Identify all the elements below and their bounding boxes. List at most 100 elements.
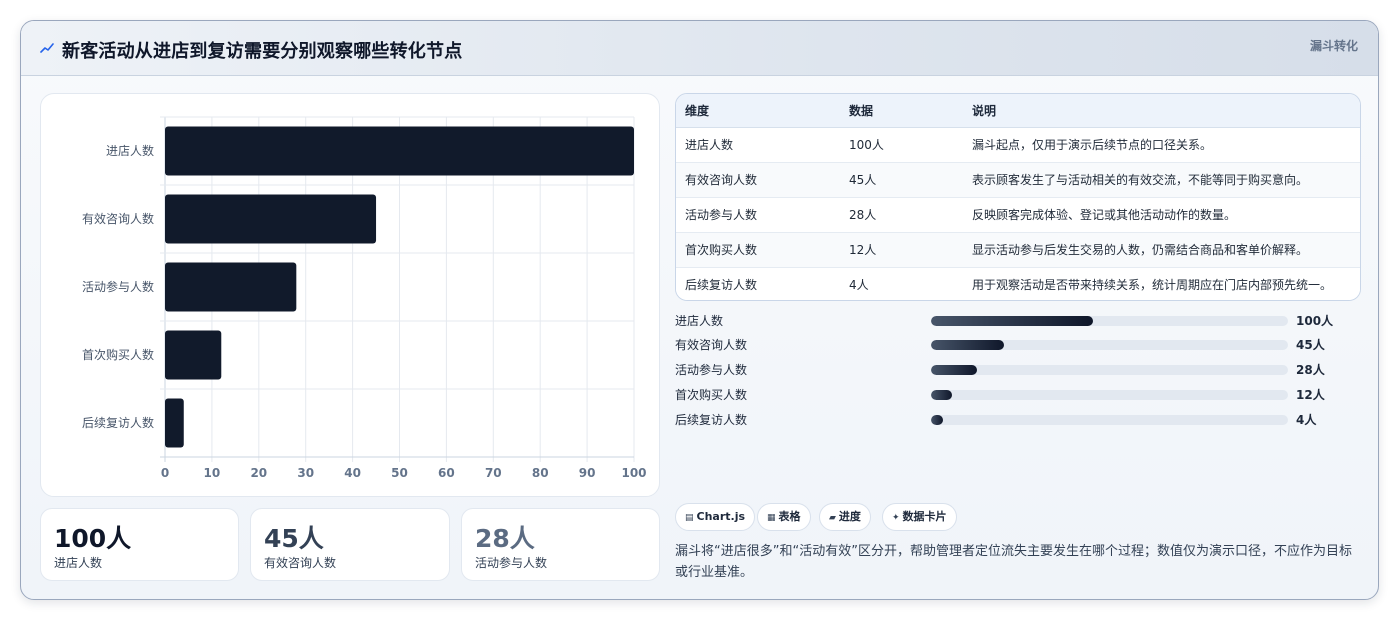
- cell-dimension: 首次购买人数: [676, 232, 840, 268]
- chip-label: 表格: [778, 510, 801, 523]
- stat-label: 进店人数: [54, 556, 103, 570]
- table-icon: ▦: [767, 513, 776, 523]
- progress-track: [931, 365, 1288, 375]
- progress-row: 后续复访人数 4人: [675, 411, 1361, 429]
- progress-label: 进店人数: [675, 314, 724, 328]
- table-row: 活动参与人数 28人 反映顾客完成体验、登记或其他活动动作的数量。: [676, 197, 1360, 233]
- column-header: 说明: [963, 94, 1360, 128]
- progress-fill: [931, 340, 1005, 350]
- sparkle-icon: ✦: [892, 513, 900, 523]
- bar: [165, 398, 184, 448]
- stat-value: 28人: [475, 524, 535, 553]
- stat-label: 有效咨询人数: [264, 556, 337, 570]
- bar: [165, 262, 297, 312]
- page-title: 新客活动从进店到复访需要分别观察哪些转化节点: [62, 41, 463, 62]
- progress-track: [931, 390, 1288, 400]
- progress-label: 活动参与人数: [675, 363, 748, 377]
- progress-fill: [931, 316, 1094, 326]
- progress-row: 有效咨询人数 45人: [675, 336, 1361, 354]
- column-header: 维度: [676, 94, 840, 128]
- chip-table[interactable]: ▦ 表格: [757, 503, 811, 531]
- progress-row: 活动参与人数 28人: [675, 361, 1361, 379]
- x-tick-label: 100: [621, 466, 646, 480]
- progress-value: 100人: [1296, 314, 1334, 328]
- cell-value: 100人: [840, 127, 963, 163]
- bar: [165, 330, 222, 380]
- x-tick-label: 70: [485, 466, 502, 480]
- cell-value: 12人: [840, 232, 963, 268]
- y-tick-label: 活动参与人数: [82, 279, 154, 294]
- x-tick-label: 20: [250, 466, 267, 480]
- y-tick-label: 后续复访人数: [82, 415, 154, 430]
- stat-card-participants: 28人 活动参与人数: [461, 508, 660, 581]
- x-tick-label: 60: [438, 466, 455, 480]
- cell-note: 表示顾客发生了与活动相关的有效交流，不能等同于购买意向。: [963, 162, 1360, 198]
- bar-chart-svg: 0 10 20 30 40 50 60 70 80 90 100 进店人数有效咨询人数活动参与人数首次…: [82, 116, 647, 480]
- bar: [165, 194, 377, 244]
- cell-dimension: 活动参与人数: [676, 197, 840, 233]
- chip-label: 数据卡片: [902, 510, 947, 523]
- progress-label: 有效咨询人数: [675, 338, 748, 352]
- x-tick-label: 50: [391, 466, 408, 480]
- y-tick-label: 首次购买人数: [82, 347, 154, 362]
- table-row: 有效咨询人数 45人 表示顾客发生了与活动相关的有效交流，不能等同于购买意向。: [676, 162, 1360, 198]
- progress-label: 后续复访人数: [675, 413, 748, 427]
- cell-dimension: 后续复访人数: [685, 278, 758, 293]
- cell-dimension: 有效咨询人数: [676, 162, 840, 198]
- progress-fill: [931, 415, 944, 425]
- chip-label: Chart.js: [696, 510, 746, 523]
- progress-fill: [931, 390, 953, 400]
- progress-icon: ▰: [829, 513, 836, 523]
- progress-track: [931, 340, 1288, 350]
- cell-value: 4人: [849, 278, 869, 293]
- x-tick-label: 0: [161, 466, 169, 480]
- table-header-row: 维度 数据 说明: [676, 94, 1360, 128]
- cell-note: 用于观察活动是否带来持续关系，统计周期应在门店内部预先统一。: [972, 278, 1333, 293]
- cell-dimension: 进店人数: [676, 127, 840, 163]
- stat-label: 活动参与人数: [475, 556, 548, 570]
- bar: [165, 126, 634, 176]
- chip-progress[interactable]: ▰ 进度: [819, 503, 871, 531]
- y-tick-label: 有效咨询人数: [82, 211, 154, 226]
- progress-track: [931, 316, 1288, 326]
- stat-card-consults: 45人 有效咨询人数: [250, 508, 450, 581]
- x-tick-label: 40: [344, 466, 361, 480]
- table-row: 进店人数 100人 漏斗起点，仅用于演示后续节点的口径关系。: [676, 127, 1360, 163]
- chip-label: 进度: [838, 510, 861, 523]
- cell-value: 45人: [840, 162, 963, 198]
- stat-value: 45人: [264, 524, 324, 553]
- chart-icon: ▤: [685, 513, 694, 523]
- funnel-bar-chart: 0 10 20 30 40 50 60 70 80 90 100 进店人数有效咨询人数 活动参与人数 首次…: [40, 93, 660, 497]
- progress-label: 首次购买人数: [675, 388, 748, 402]
- trend-line-icon: [40, 43, 54, 53]
- progress-row: 首次购买人数 12人: [675, 386, 1361, 404]
- x-tick-label: 90: [579, 466, 596, 480]
- cell-note: 漏斗起点，仅用于演示后续节点的口径关系。: [963, 127, 1360, 163]
- column-header: 数据: [840, 94, 963, 128]
- x-tick-label: 80: [532, 466, 549, 480]
- cell-note: 显示活动参与后发生交易的人数，仍需结合商品和客单价解释。: [963, 232, 1360, 268]
- progress-value: 4人: [1296, 413, 1317, 427]
- progress-value: 28人: [1296, 363, 1325, 377]
- table-row: 后续复访人数 4人 用于观察活动是否带来持续关系，统计周期应在门店内部预先统一。: [676, 267, 1360, 300]
- x-tick-label: 30: [297, 466, 314, 480]
- cell-note: 反映顾客完成体验、登记或其他活动动作的数量。: [963, 197, 1360, 233]
- report-card: 新客活动从进店到复访需要分别观察哪些转化节点 漏斗转化 0 10 20 30 40 50 6…: [20, 20, 1379, 600]
- progress-fill: [931, 365, 978, 375]
- chip-data-cards[interactable]: ✦ 数据卡片: [882, 503, 957, 531]
- chip-chartjs[interactable]: ▤ Chart.js: [675, 503, 756, 531]
- footnote: 漏斗将“进店很多”和“活动有效”区分开，帮助管理者定位流失主要发生在哪个过程；数…: [675, 544, 1352, 580]
- progress-track: [931, 415, 1288, 425]
- stat-card-visits: 100人 进店人数: [40, 508, 239, 581]
- table-row: 首次购买人数 12人 显示活动参与后发生交易的人数，仍需结合商品和客单价解释。: [676, 232, 1360, 268]
- category-tag: 漏斗转化: [1309, 39, 1358, 53]
- stat-value: 100人: [54, 524, 132, 553]
- progress-value: 45人: [1296, 338, 1325, 352]
- progress-value: 12人: [1296, 388, 1325, 402]
- x-tick-label: 10: [204, 466, 221, 480]
- progress-row: 进店人数 100人: [675, 312, 1361, 330]
- metrics-table: 维度 数据 说明 进店人数 100人 漏斗起点，仅用于演示后续节点的口径关系。 …: [675, 93, 1361, 301]
- y-tick-label: 进店人数: [106, 143, 154, 158]
- card-header: 新客活动从进店到复访需要分别观察哪些转化节点 漏斗转化: [21, 21, 1378, 76]
- cell-value: 28人: [840, 197, 963, 233]
